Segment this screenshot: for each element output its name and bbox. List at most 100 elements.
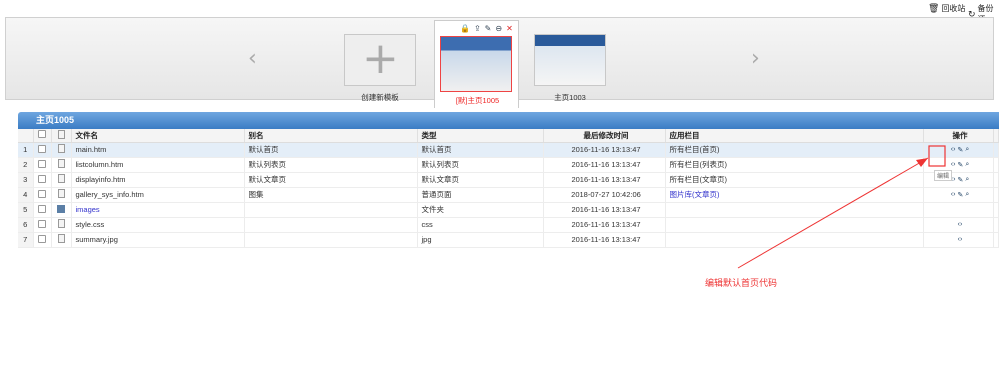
row-checkbox[interactable] — [38, 204, 46, 213]
search-icon[interactable]: ⌕ — [965, 146, 969, 154]
cell-alias: 默认首页 — [244, 142, 418, 158]
col-alias[interactable]: 别名 — [244, 129, 418, 143]
cell-filename: listcolumn.htm — [71, 157, 245, 173]
cell-filename: main.htm — [71, 142, 245, 158]
col-column[interactable]: 应用栏目 — [665, 129, 924, 143]
cell-modified: 2016-11-16 13:13:47 — [543, 172, 666, 188]
col-type[interactable]: 类型 — [417, 129, 544, 143]
cell-modified: 2016-11-16 13:13:47 — [543, 157, 666, 173]
cell-column: 所有栏目(首页) — [665, 142, 924, 158]
edit-icon[interactable]: ✎ — [957, 191, 963, 199]
code-icon[interactable]: ‹› — [951, 161, 956, 168]
table-row[interactable]: 3 displayinfo.htm 默认文章页 默认文章页 2016-11-16… — [18, 172, 999, 188]
col-modified[interactable]: 最后修改时间 — [543, 129, 666, 143]
close-icon[interactable]: ✕ — [506, 24, 513, 33]
cell-type: 普通页面 — [417, 187, 544, 203]
edit-icon[interactable]: ✎ — [485, 24, 492, 33]
new-template-label: 创建新模板 — [361, 93, 399, 102]
active-template-card[interactable]: 🔒 ⇪ ✎ ⊖ ✕ [默]主页1005 — [434, 20, 519, 108]
file-icon — [57, 159, 65, 168]
row-number: 4 — [18, 187, 34, 203]
cell-column[interactable]: 图片库(文章页) — [665, 187, 924, 203]
table-header: 文件名 别名 类型 最后修改时间 应用栏目 操作 — [18, 129, 999, 143]
file-icon — [57, 174, 65, 183]
search-icon[interactable]: ⌕ — [965, 176, 969, 184]
template-thumbnail — [440, 36, 512, 92]
row-actions: ‹› — [928, 221, 993, 228]
cell-filename: displayinfo.htm — [71, 172, 245, 188]
table-row[interactable]: 6 style.css css 2016-11-16 13:13:47 ‹› — [18, 217, 999, 233]
col-filename[interactable]: 文件名 — [71, 129, 245, 143]
cell-modified: 2016-11-16 13:13:47 — [543, 142, 666, 158]
plus-icon: + — [344, 34, 416, 86]
search-icon[interactable]: ⌕ — [965, 161, 969, 169]
row-checkbox[interactable] — [38, 159, 46, 168]
cell-filename[interactable]: images — [71, 202, 245, 218]
cell-type: css — [417, 217, 544, 233]
file-table: 文件名 别名 类型 最后修改时间 应用栏目 操作 1 main.htm 默认首页… — [18, 129, 999, 248]
table-row[interactable]: 5 images 文件夹 2016-11-16 13:13:47 — [18, 202, 999, 218]
prev-arrow-icon[interactable]: ‹ — [248, 46, 257, 71]
cell-type: jpg — [417, 232, 544, 248]
cell-filename: style.css — [71, 217, 245, 233]
row-number: 5 — [18, 202, 34, 218]
row-number: 1 — [18, 142, 34, 158]
lock-icon[interactable]: 🔒 — [460, 24, 470, 33]
file-grid: 主页1005 文件名 别名 类型 最后修改时间 应用栏目 操作 1 main.h… — [18, 112, 999, 248]
cell-modified: 2016-11-16 13:13:47 — [543, 232, 666, 248]
other-template-label: 主页1003 — [554, 93, 586, 102]
row-checkbox[interactable] — [38, 174, 46, 183]
edit-icon[interactable]: ✎ — [957, 176, 963, 184]
col-actions: 操作 — [923, 129, 994, 143]
code-icon[interactable]: ‹› — [958, 236, 963, 243]
select-all-checkbox[interactable] — [38, 130, 46, 139]
row-number: 2 — [18, 157, 34, 173]
cell-column — [665, 217, 924, 233]
next-arrow-icon[interactable]: › — [751, 46, 760, 71]
cell-alias: 默认文章页 — [244, 172, 418, 188]
row-number: 6 — [18, 217, 34, 233]
cell-filename: gallery_sys_info.htm — [71, 187, 245, 203]
recycle-bin-label: 回收站 — [941, 4, 966, 13]
cell-modified: 2016-11-16 13:13:47 — [543, 202, 666, 218]
recycle-bin-button[interactable]: 🗑 回收站 — [928, 3, 965, 14]
template-carousel: ‹ › + 创建新模板 🔒 ⇪ ✎ ⊖ ✕ [默]主页1005 主页1003 — [5, 17, 994, 108]
document-icon — [57, 219, 65, 228]
cell-alias — [244, 202, 418, 218]
row-actions: ‹› ✎ ⌕ — [928, 146, 993, 154]
new-template-card[interactable]: + 创建新模板 — [344, 34, 416, 103]
cell-alias: 图集 — [244, 187, 418, 203]
cell-alias — [244, 232, 418, 248]
file-icon — [57, 189, 65, 198]
edit-icon[interactable]: ✎ — [957, 161, 963, 169]
edit-icon[interactable]: ✎ — [957, 146, 963, 154]
code-icon[interactable]: ‹› — [951, 146, 956, 153]
table-row[interactable]: 7 summary.jpg jpg 2016-11-16 13:13:47 ‹› — [18, 232, 999, 248]
row-checkbox[interactable] — [38, 234, 46, 243]
cell-type: 文件夹 — [417, 202, 544, 218]
row-checkbox[interactable] — [38, 189, 46, 198]
edit-tooltip: 编辑 — [934, 170, 953, 181]
active-template-label: [默]主页1005 — [455, 96, 500, 105]
row-checkbox[interactable] — [38, 219, 46, 228]
cell-modified: 2016-11-16 13:13:47 — [543, 217, 666, 233]
cell-column: 所有栏目(文章页) — [665, 172, 924, 188]
table-row[interactable]: 2 listcolumn.htm 默认列表页 默认列表页 2016-11-16 … — [18, 157, 999, 173]
export-icon[interactable]: ⇪ — [474, 24, 481, 33]
template-thumbnail — [534, 34, 606, 86]
search-icon[interactable]: ⌕ — [965, 191, 969, 199]
minus-icon[interactable]: ⊖ — [495, 24, 502, 33]
code-icon[interactable]: ‹› — [951, 191, 956, 198]
row-checkbox[interactable] — [38, 144, 46, 153]
trash-icon: 🗑 — [928, 3, 940, 13]
cell-alias — [244, 217, 418, 233]
row-number: 3 — [18, 172, 34, 188]
other-template-card[interactable]: 主页1003 — [534, 34, 606, 103]
table-row[interactable]: 1 main.htm 默认首页 默认首页 2016-11-16 13:13:47… — [18, 142, 999, 158]
row-number: 7 — [18, 232, 34, 248]
code-icon[interactable]: ‹› — [958, 221, 963, 228]
cell-filename: summary.jpg — [71, 232, 245, 248]
document-icon — [57, 234, 65, 243]
cell-alias: 默认列表页 — [244, 157, 418, 173]
table-row[interactable]: 4 gallery_sys_info.htm 图集 普通页面 2018-07-2… — [18, 187, 999, 203]
